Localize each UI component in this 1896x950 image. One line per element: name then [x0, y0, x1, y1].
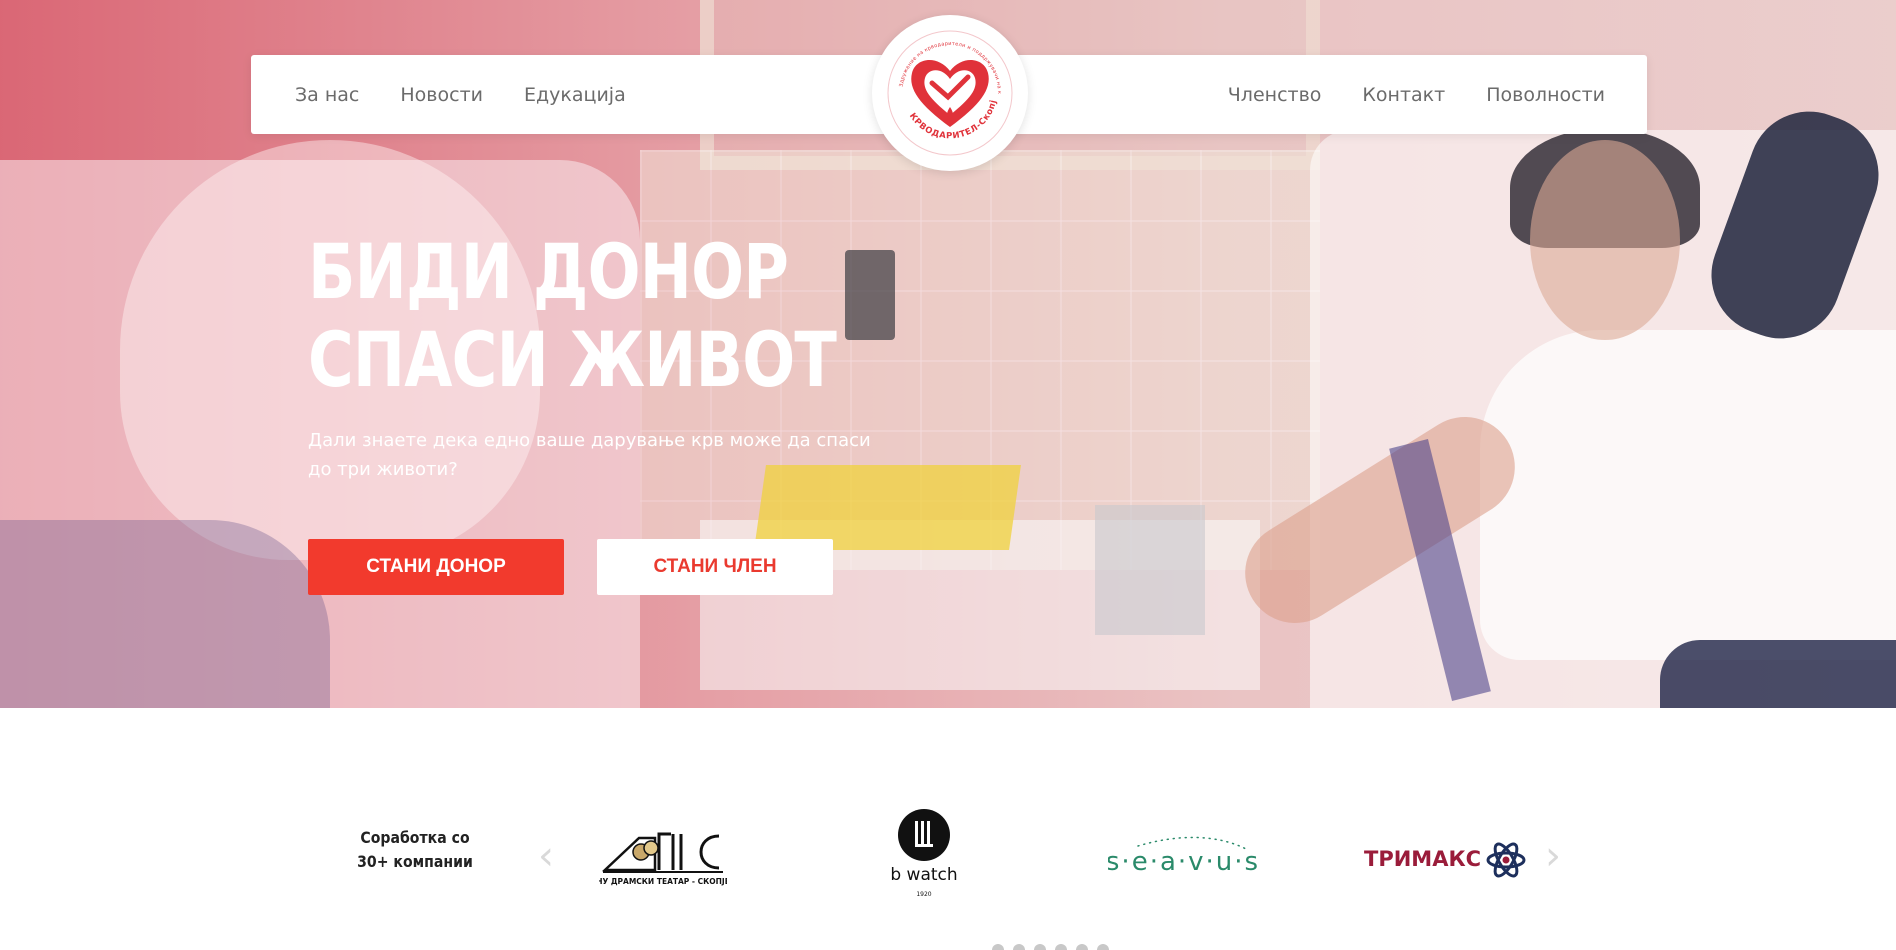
hero-subtitle: Дали знаете дека едно ваше дарување крв … [308, 430, 871, 480]
trimaks-logo-icon: ТРИМАКС [1364, 842, 1526, 878]
carousel-pagination [992, 944, 1109, 950]
carousel-prev-arrow-icon[interactable]: ‹ [538, 836, 554, 876]
partner-logo-seavus[interactable]: s·e·a·v·u·s [1108, 808, 1258, 908]
carousel-dot[interactable] [992, 944, 1004, 950]
carousel-dot[interactable] [1097, 944, 1109, 950]
become-donor-button[interactable]: СТАНИ ДОНОР [308, 539, 564, 595]
partner-logo-bwatch[interactable]: b watch 1920 [870, 808, 980, 908]
carousel-dot[interactable] [1034, 944, 1046, 950]
carousel-dot[interactable] [1076, 944, 1088, 950]
site-logo[interactable]: Здружение на крводарители и поддржувачи … [872, 15, 1028, 171]
theatre-masks-icon: НУ ДРАМСКИ ТЕАТАР - СКОПЈЕ [599, 832, 727, 886]
carousel-dot[interactable] [1055, 944, 1067, 950]
nav-item-contact[interactable]: Контакт [1362, 84, 1445, 106]
become-member-button[interactable]: СТАНИ ЧЛЕН [597, 539, 833, 595]
partner-logo-drama-theatre[interactable]: НУ ДРАМСКИ ТЕАТАР - СКОПЈЕ [598, 808, 728, 908]
bwatch-badge-icon: b watch 1920 [890, 809, 958, 898]
hero-title-line-2: СПАСИ ЖИВОТ [308, 315, 837, 404]
carousel-dot[interactable] [1013, 944, 1025, 950]
nav-item-membership[interactable]: Членство [1228, 84, 1322, 106]
hero-title-line-1: БИДИ ДОНОР [308, 227, 789, 316]
partner-logo-trimaks[interactable]: ТРИМАКС [1360, 808, 1530, 908]
hero-title: БИДИ ДОНОР СПАСИ ЖИВОТ [308, 228, 882, 404]
nav-item-about[interactable]: За нас [295, 84, 359, 106]
drama-theatre-text: НУ ДРАМСКИ ТЕАТАР - СКОПЈЕ [599, 877, 727, 886]
partners-title: Соработка со 30+ компании [357, 828, 473, 871]
seavus-text: s·e·a·v·u·s [1108, 847, 1258, 877]
seavus-wordmark-icon: s·e·a·v·u·s [1108, 836, 1258, 877]
bwatch-text: b watch [890, 865, 957, 885]
bwatch-year: 1920 [916, 891, 931, 898]
trimaks-text: ТРИМАКС [1364, 847, 1481, 871]
nav-item-education[interactable]: Едукација [524, 84, 626, 106]
carousel-next-arrow-icon[interactable]: › [1545, 836, 1561, 876]
nav-item-news[interactable]: Новости [400, 84, 483, 106]
nav-right-group: Членство Контакт Поволности [1228, 55, 1605, 134]
nav-left-group: За нас Новости Едукација [295, 55, 626, 134]
heart-logo-icon: Здружение на крводарители и поддржувачи … [880, 23, 1013, 156]
nav-item-benefits[interactable]: Поволности [1486, 84, 1605, 106]
